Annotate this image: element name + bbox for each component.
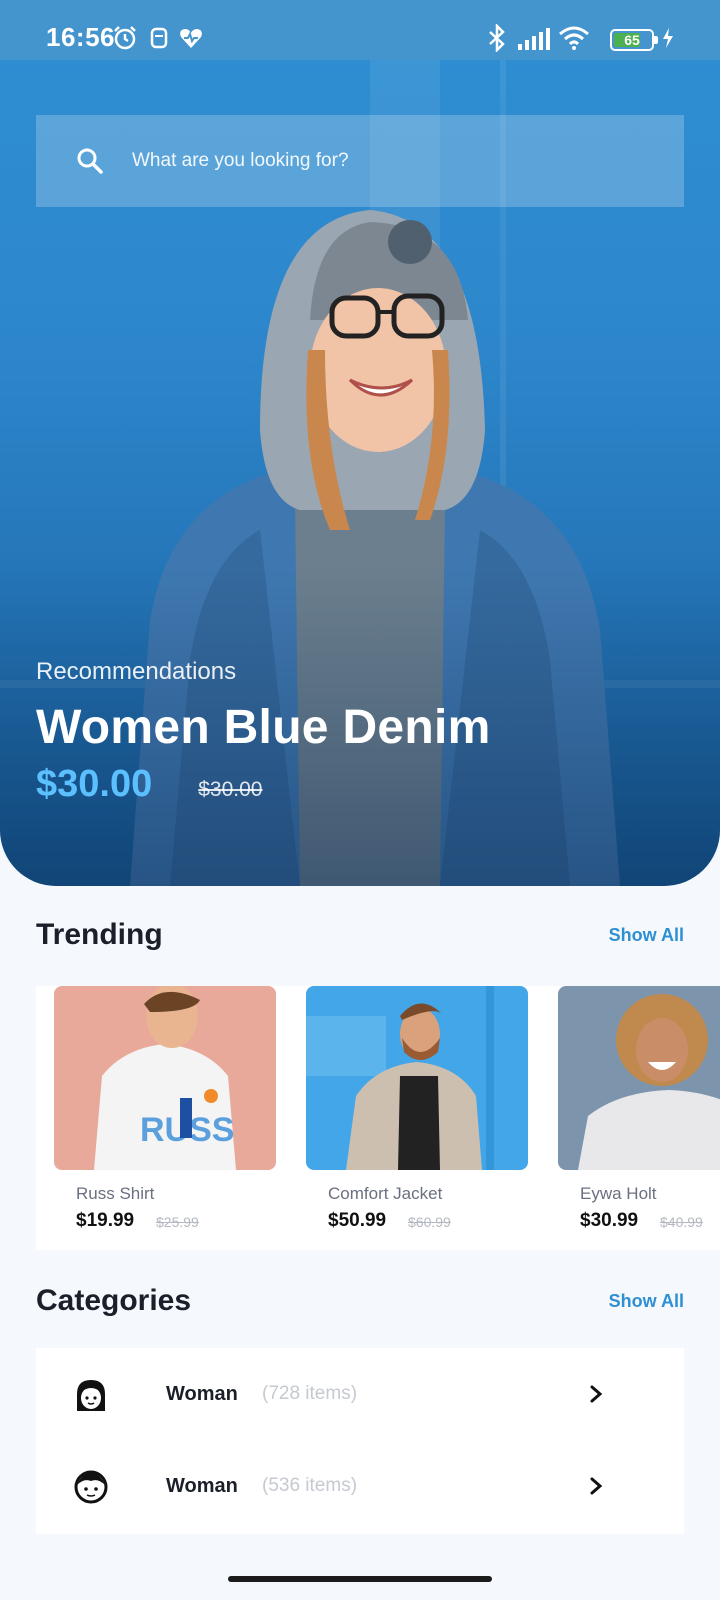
notification-icon — [150, 27, 168, 49]
product-image — [306, 986, 528, 1170]
chevron-right-icon[interactable] — [586, 1380, 606, 1408]
trending-header: Trending Show All — [36, 918, 684, 952]
categories-show-all-button[interactable]: Show All — [609, 1291, 684, 1312]
hero-old-price: $30.00 — [198, 778, 263, 801]
category-item[interactable]: Woman (536 items) — [36, 1440, 684, 1532]
home-indicator[interactable] — [228, 1576, 492, 1582]
product-card[interactable]: Eywa Holt $30.99 $40.99 — [540, 986, 720, 1250]
product-old-price: $60.99 — [408, 1214, 451, 1230]
hero-label: Recommendations — [36, 658, 237, 685]
categories-list: Woman (728 items) Woman (536 items) — [36, 1348, 684, 1534]
category-name: Woman — [166, 1474, 238, 1497]
product-image: RUSS — [54, 986, 276, 1170]
product-name: Comfort Jacket — [328, 1184, 443, 1203]
category-count: (536 items) — [262, 1475, 358, 1496]
category-count: (728 items) — [262, 1383, 358, 1404]
product-old-price: $40.99 — [660, 1214, 703, 1230]
status-bar: 16:56 65 — [0, 0, 720, 60]
woman-face-icon — [77, 1380, 105, 1411]
product-price: $19.99 — [76, 1210, 135, 1231]
alarm-icon — [114, 26, 136, 50]
battery-nub — [654, 36, 658, 44]
product-price: $50.99 — [328, 1210, 387, 1231]
trending-carousel[interactable]: RUSS Russ Shirt $19.99 $25.99 Comfort Ja… — [36, 986, 720, 1250]
product-old-price: $25.99 — [156, 1214, 199, 1230]
bluetooth-icon — [489, 24, 505, 52]
categories-header: Categories Show All — [36, 1284, 684, 1318]
charging-icon — [663, 28, 673, 48]
category-item[interactable]: Woman (728 items) — [36, 1348, 684, 1440]
search-icon[interactable] — [76, 147, 104, 175]
product-name: Russ Shirt — [76, 1184, 155, 1203]
categories-title: Categories — [36, 1284, 192, 1317]
battery-icon: 65 — [610, 29, 658, 51]
product-price: $30.99 — [580, 1210, 639, 1231]
battery-level: 65 — [624, 32, 640, 48]
hero-info: Recommendations Women Blue Denim $30.00 … — [36, 658, 491, 806]
wifi-icon — [559, 26, 589, 50]
search-bar[interactable] — [36, 115, 684, 207]
hero-title[interactable]: Women Blue Denim — [36, 700, 491, 755]
product-image — [558, 986, 720, 1170]
status-time: 16:56 — [46, 22, 115, 52]
trending-title: Trending — [36, 918, 163, 951]
hero-price: $30.00 — [36, 763, 153, 805]
health-icon — [180, 29, 202, 48]
hero-price-row: $30.00 $30.00 — [36, 763, 491, 806]
man-face-icon — [74, 1470, 108, 1504]
product-card[interactable]: Comfort Jacket $50.99 $60.99 — [288, 986, 528, 1250]
search-input[interactable] — [132, 150, 612, 172]
category-name: Woman — [166, 1382, 238, 1405]
signal-icon — [518, 28, 550, 50]
trending-show-all-button[interactable]: Show All — [609, 925, 684, 946]
product-name: Eywa Holt — [580, 1184, 657, 1203]
product-card[interactable]: RUSS Russ Shirt $19.99 $25.99 — [36, 986, 276, 1250]
chevron-right-icon[interactable] — [586, 1472, 606, 1500]
